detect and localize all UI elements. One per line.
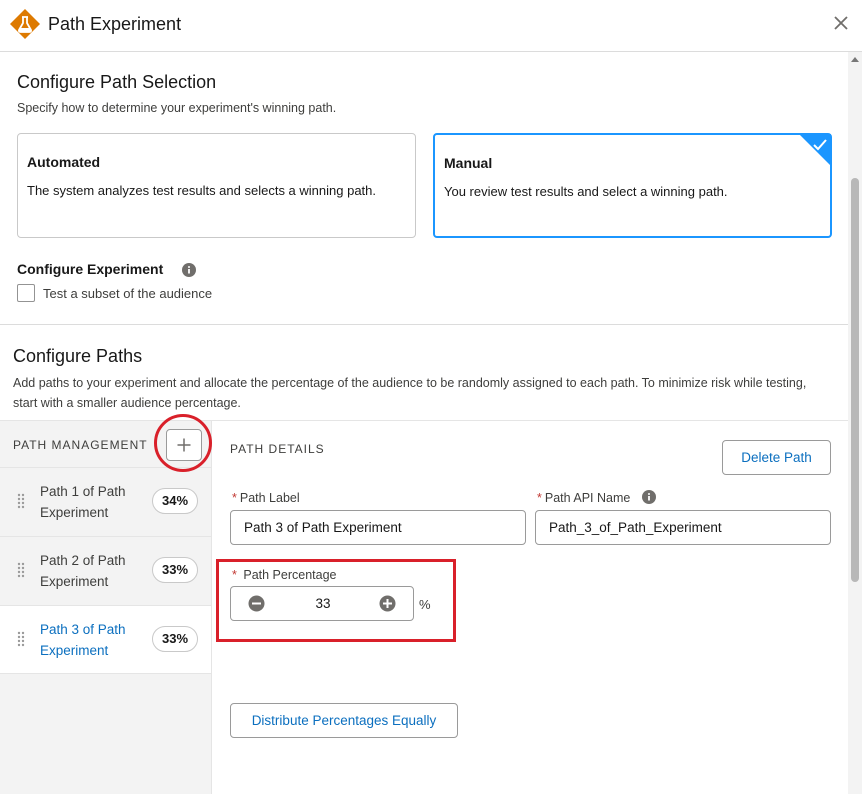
drag-handle-icon[interactable] [17, 562, 25, 578]
audience-subset-checkbox[interactable] [17, 284, 35, 302]
path-percent-badge: 33% [152, 557, 198, 583]
distribute-equally-button[interactable]: Distribute Percentages Equally [230, 703, 458, 738]
manual-option-title: Manual [444, 155, 493, 171]
required-asterisk: * [232, 568, 237, 582]
path-percent-badge: 33% [152, 626, 198, 652]
required-asterisk: * [232, 491, 237, 505]
info-icon[interactable] [642, 490, 656, 504]
manual-option-card[interactable]: Manual You review test results and selec… [433, 133, 832, 238]
annotation-circle [154, 414, 212, 472]
scrollbar[interactable] [848, 52, 862, 794]
percent-unit: % [419, 597, 431, 612]
drag-handle-icon[interactable] [17, 493, 25, 509]
path-item-1[interactable]: Path 1 of Path Experiment 34% [0, 467, 211, 536]
scroll-thumb[interactable] [851, 178, 859, 582]
info-icon[interactable] [182, 263, 196, 277]
path-percent-badge: 34% [152, 488, 198, 514]
path-item-label: Path 2 of Path Experiment [40, 553, 126, 589]
automated-option-title: Automated [27, 154, 101, 170]
drag-handle-icon[interactable] [17, 631, 25, 647]
configure-paths-heading: Configure Paths [13, 346, 143, 366]
increment-icon[interactable] [379, 595, 396, 612]
automated-option-description: The system analyzes test results and sel… [27, 183, 377, 198]
close-icon[interactable] [830, 12, 852, 34]
path-percentage-field-label: * Path Percentage [232, 568, 337, 582]
modal-header: Path Experiment [0, 0, 862, 52]
path-selection-description: Specify how to determine your experiment… [17, 101, 337, 115]
path-label-field-label: * Path Label [232, 491, 300, 505]
delete-path-button[interactable]: Delete Path [722, 440, 831, 475]
path-item-label: Path 3 of Path Experiment [40, 622, 126, 658]
required-asterisk: * [537, 491, 542, 505]
configure-paths-description: Add paths to your experiment and allocat… [13, 376, 807, 410]
path-item-3[interactable]: Path 3 of Path Experiment 33% [0, 605, 211, 674]
checkmark-icon [813, 139, 827, 151]
path-management-label: PATH MANAGEMENT [13, 438, 148, 452]
automated-option-card[interactable]: Automated The system analyzes test resul… [17, 133, 416, 238]
path-item-2[interactable]: Path 2 of Path Experiment 33% [0, 536, 211, 605]
path-panel: PATH MANAGEMENT Path 1 of Path Experimen… [0, 414, 848, 794]
path-api-name-field-label: * Path API Name [537, 491, 631, 505]
path-item-label: Path 1 of Path Experiment [40, 484, 126, 520]
path-details-label: PATH DETAILS [230, 442, 325, 456]
section-divider [0, 324, 848, 325]
path-api-name-input[interactable]: Path_3_of_Path_Experiment [535, 510, 831, 545]
audience-subset-label: Test a subset of the audience [43, 286, 213, 301]
manual-option-description: You review test results and select a win… [444, 184, 728, 199]
decrement-icon[interactable] [248, 595, 265, 612]
flask-icon [10, 9, 40, 39]
path-percentage-input[interactable]: 33 [271, 587, 375, 620]
path-selection-heading: Configure Path Selection [17, 72, 217, 92]
path-management-column: PATH MANAGEMENT Path 1 of Path Experimen… [0, 421, 212, 794]
path-label-input[interactable]: Path 3 of Path Experiment [230, 510, 526, 545]
scroll-up-arrow-icon[interactable] [851, 57, 859, 62]
configure-experiment-heading: Configure Experiment [17, 261, 164, 277]
path-percentage-stepper: 33 [230, 586, 414, 621]
modal-title: Path Experiment [48, 14, 182, 34]
